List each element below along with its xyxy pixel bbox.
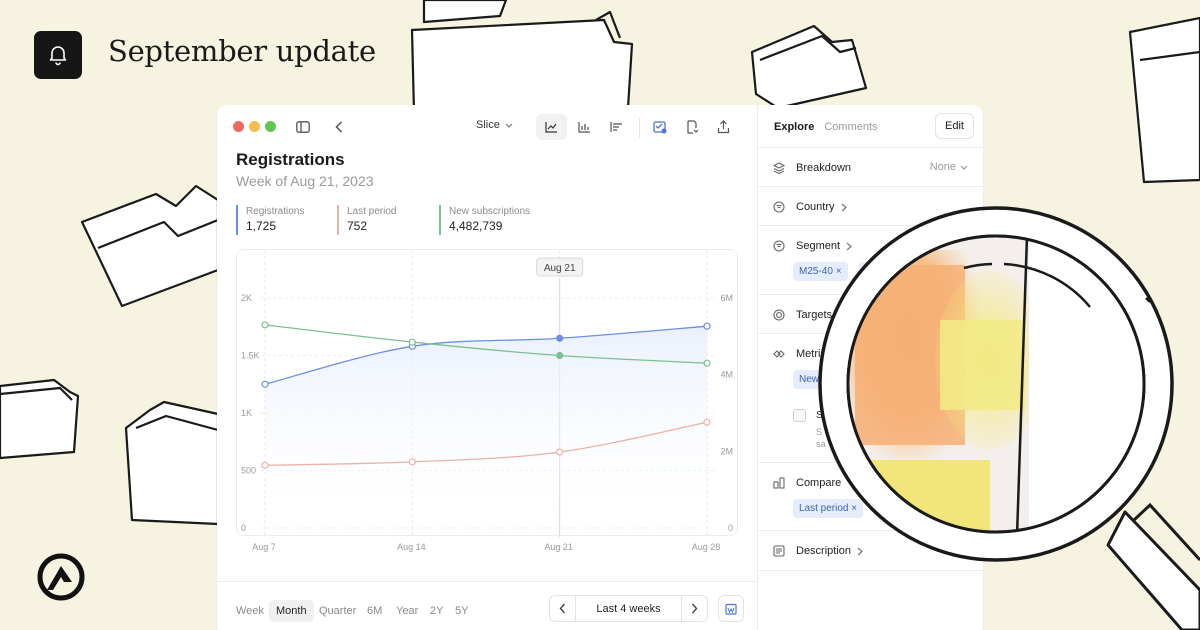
magnifying-glass-illustration <box>818 206 1200 630</box>
